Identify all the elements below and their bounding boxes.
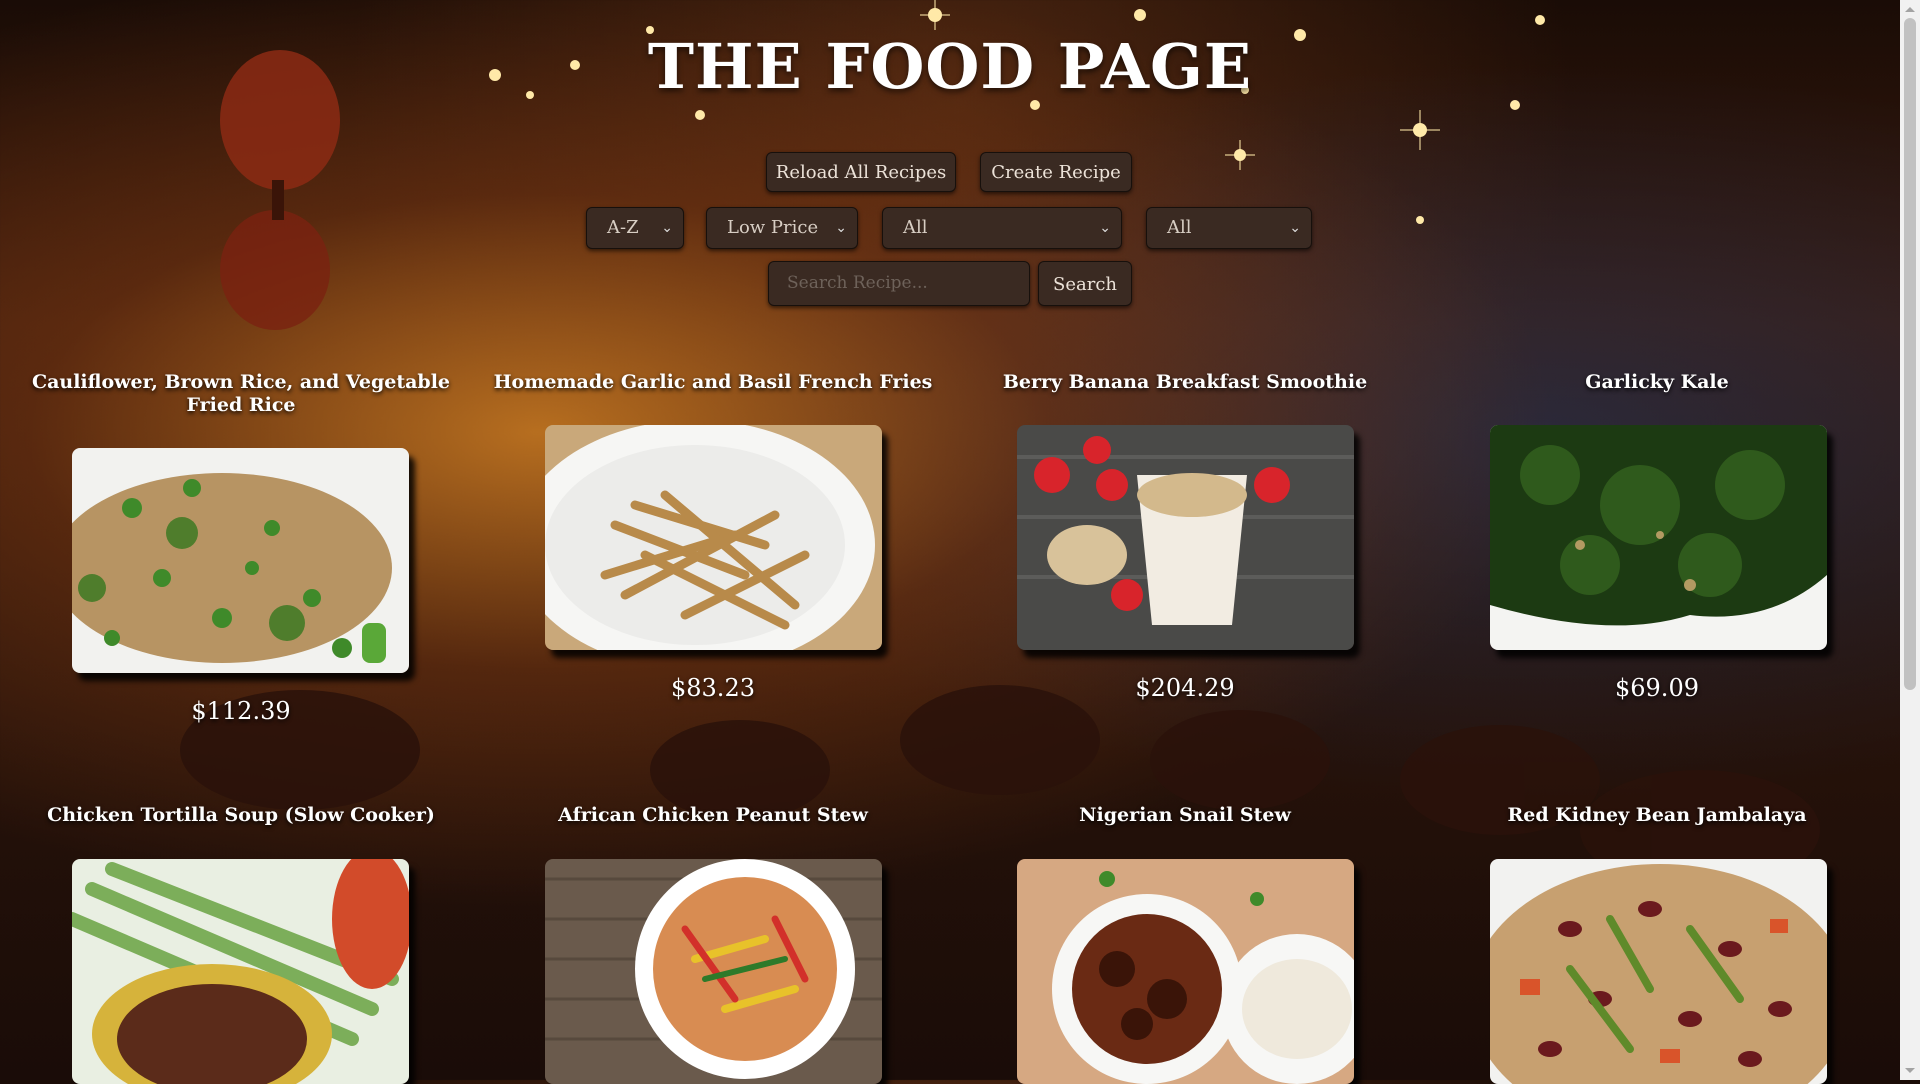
recipe-title: Chicken Tortilla Soup (Slow Cooker)	[47, 804, 435, 826]
tortilla-soup-image[interactable]	[72, 859, 409, 1084]
scrollbar-thumb[interactable]	[1904, 18, 1916, 690]
snail-stew-image[interactable]	[1017, 859, 1354, 1084]
sort-price-value: Low Price	[727, 217, 819, 238]
recipe-title: Garlicky Kale	[1585, 371, 1729, 393]
peanut-stew-image[interactable]	[545, 859, 882, 1084]
recipe-title: Nigerian Snail Stew	[1079, 804, 1291, 826]
vertical-scrollbar[interactable]	[1900, 0, 1920, 1080]
sort-alpha-value: A-Z	[607, 217, 639, 238]
chevron-down-icon: ⌄	[661, 220, 673, 236]
scroll-up-icon[interactable]	[1905, 7, 1915, 12]
reload-all-recipes-button[interactable]: Reload All Recipes	[766, 152, 956, 192]
jambalaya-image[interactable]	[1490, 859, 1827, 1084]
filter-one-select[interactable]: All ⌄	[882, 207, 1122, 249]
filter-one-value: All	[903, 217, 928, 238]
create-recipe-button[interactable]: Create Recipe	[980, 152, 1132, 192]
recipe-title: Homemade Garlic and Basil French Fries	[493, 371, 933, 393]
smoothie-image[interactable]	[1017, 425, 1354, 650]
page-title: THE FOOD PAGE	[647, 30, 1253, 103]
recipe-title: African Chicken Peanut Stew	[558, 804, 868, 826]
chevron-down-icon: ⌄	[835, 220, 847, 236]
fried-rice-image[interactable]	[72, 448, 409, 673]
recipe-title: Cauliflower, Brown Rice, and Vegetable F…	[31, 371, 451, 416]
chevron-down-icon: ⌄	[1099, 220, 1111, 236]
food-page: THE FOOD PAGE Reload All Recipes Create …	[0, 0, 1900, 1084]
filter-two-select[interactable]: All ⌄	[1146, 207, 1312, 249]
recipe-price: $83.23	[671, 674, 755, 702]
recipe-title: Berry Banana Breakfast Smoothie	[1002, 371, 1368, 393]
recipe-title: Red Kidney Bean Jambalaya	[1507, 804, 1807, 826]
sort-alpha-select[interactable]: A-Z ⌄	[586, 207, 684, 249]
search-input[interactable]: Search Recipe...	[768, 261, 1030, 306]
chevron-down-icon: ⌄	[1289, 220, 1301, 236]
sort-price-select[interactable]: Low Price ⌄	[706, 207, 858, 249]
kale-image[interactable]	[1490, 425, 1827, 650]
search-button[interactable]: Search	[1038, 261, 1132, 306]
recipe-price: $69.09	[1615, 674, 1699, 702]
recipe-price: $204.29	[1135, 674, 1235, 702]
filter-two-value: All	[1167, 217, 1192, 238]
scroll-down-icon[interactable]	[1905, 1068, 1915, 1073]
recipe-price: $112.39	[191, 697, 291, 725]
french-fries-image[interactable]	[545, 425, 882, 650]
